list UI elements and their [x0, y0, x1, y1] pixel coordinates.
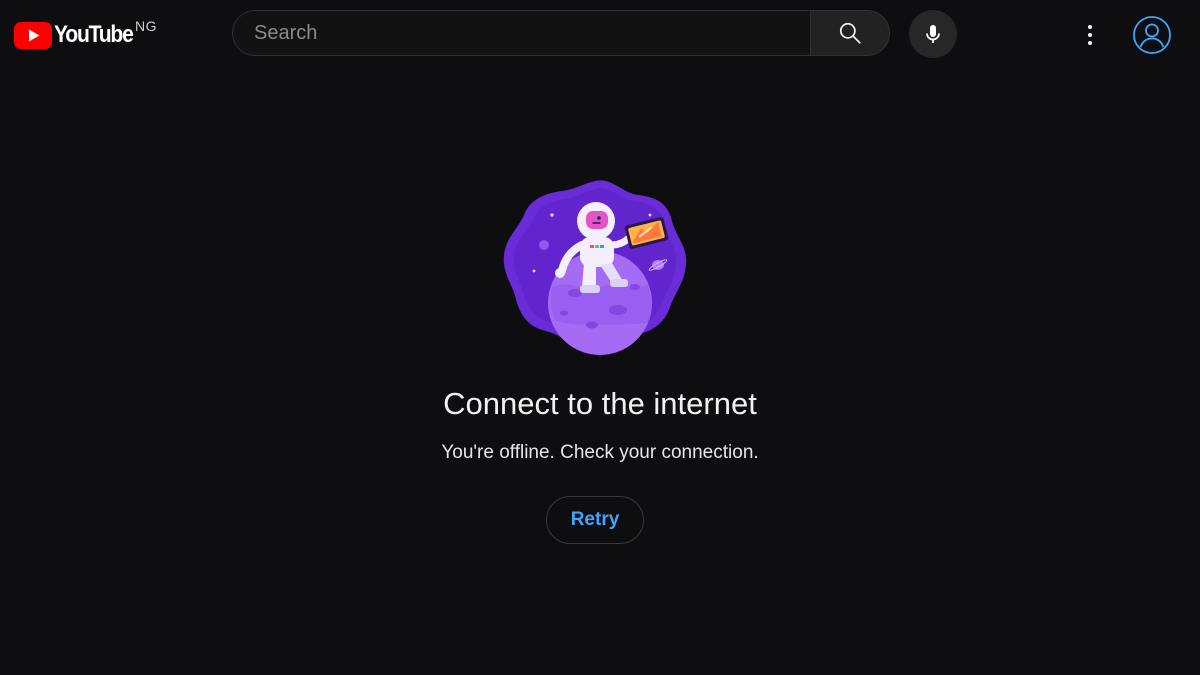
search-icon [839, 22, 861, 44]
voice-search-button[interactable] [909, 10, 957, 58]
logo-wordmark: YouTube [54, 21, 134, 48]
youtube-offline-page: YouTube NG Search Connect to the interne… [0, 0, 1200, 675]
retry-button[interactable]: Retry [546, 496, 644, 544]
more-options-button[interactable] [1072, 15, 1108, 55]
account-button[interactable] [1130, 13, 1174, 57]
account-circle-icon [1133, 16, 1171, 54]
country-code-label: NG [135, 18, 157, 34]
offline-title: Connect to the internet [443, 386, 757, 421]
microphone-icon [926, 25, 940, 43]
offline-message: You're offline. Check your connection. [441, 442, 759, 463]
search-box [232, 10, 810, 56]
search-button[interactable] [810, 10, 890, 56]
vertical-dots-icon [1088, 25, 1092, 45]
youtube-logo[interactable]: YouTube [14, 20, 143, 50]
search-input[interactable] [233, 11, 810, 55]
youtube-play-logo-icon [14, 21, 52, 49]
astronaut-on-planet-illustration [503, 180, 687, 355]
